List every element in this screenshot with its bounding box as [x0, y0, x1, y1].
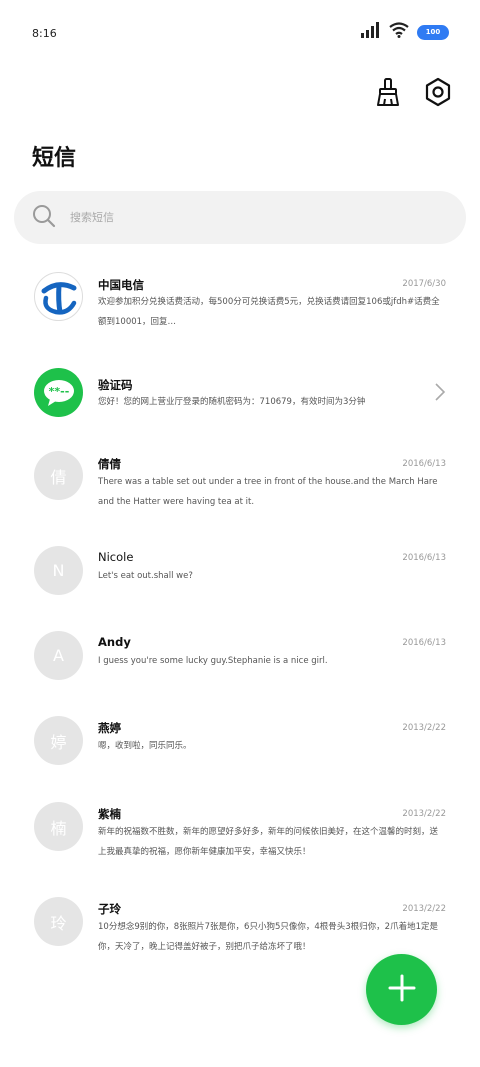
avatar: N	[34, 546, 83, 595]
message-preview: 欢迎参加积分兑换话费活动，每500分可兑换话费5元，兑换话费请回复106或jfd…	[98, 297, 440, 327]
svg-text:**--: **--	[48, 385, 69, 398]
status-time: 8:16	[32, 27, 57, 40]
message-preview: I guess you're some lucky guy.Stephanie …	[98, 656, 328, 666]
top-toolbar	[372, 77, 454, 111]
avatar: 倩	[34, 451, 83, 500]
chat-bubble-icon: **--	[34, 368, 83, 417]
message-item[interactable]: N Nicole 2016/6/13 Let's eat out.shall w…	[0, 546, 480, 606]
message-preview: 您好！您的网上营业厅登录的随机密码为：710679，有效时间为3分钟	[98, 397, 366, 407]
sender-name: 紫楠	[98, 807, 121, 821]
new-message-button[interactable]	[366, 954, 437, 1025]
signal-icon	[361, 22, 381, 42]
sender-name: Nicole	[98, 550, 134, 564]
chevron-right-icon	[434, 382, 446, 406]
search-bar[interactable]	[14, 191, 466, 244]
sender-name: 子玲	[98, 902, 121, 916]
message-item[interactable]: A Andy 2016/6/13 I guess you're some luc…	[0, 631, 480, 691]
sender-name: Andy	[98, 635, 131, 649]
message-preview: 新年的祝福数不胜数，新年的愿望好多好多，新年的问候依旧美好，在这个温馨的时刻，送…	[98, 827, 439, 857]
plus-icon	[388, 974, 416, 1006]
sender-name: 验证码	[98, 378, 133, 392]
sender-name: 倩倩	[98, 457, 121, 471]
message-preview: 10分想念9别的你，8张照片7张是你，6只小狗5只像你，4根骨头3根归你，2爪着…	[98, 922, 438, 952]
message-date: 2016/6/13	[402, 638, 446, 648]
message-item[interactable]: 楠 紫楠 2013/2/22 新年的祝福数不胜数，新年的愿望好多好多，新年的问候…	[0, 802, 480, 872]
search-input[interactable]	[68, 210, 412, 225]
clean-button[interactable]	[372, 78, 404, 110]
message-date: 2017/6/30	[402, 279, 446, 289]
message-preview: 嗯，收到啦，同乐同乐。	[98, 741, 192, 751]
message-date: 2016/6/13	[402, 459, 446, 469]
message-date: 2016/6/13	[402, 553, 446, 563]
settings-button[interactable]	[422, 77, 454, 111]
search-icon	[32, 204, 56, 232]
message-preview: Let's eat out.shall we?	[98, 571, 193, 581]
message-item[interactable]: 婷 燕婷 2013/2/22 嗯，收到啦，同乐同乐。	[0, 716, 480, 776]
avatar: 玲	[34, 897, 83, 946]
page-title: 短信	[32, 146, 77, 171]
avatar: A	[34, 631, 83, 680]
avatar: 婷	[34, 716, 83, 765]
message-date: 2013/2/22	[402, 723, 446, 733]
sender-name: 中国电信	[98, 278, 144, 292]
status-bar: 8:16 100	[0, 0, 480, 64]
status-icons: 100	[361, 22, 449, 42]
avatar: 楠	[34, 802, 83, 851]
settings-icon	[424, 77, 452, 111]
broom-icon	[374, 77, 402, 111]
message-date: 2013/2/22	[402, 809, 446, 819]
battery-indicator: 100	[417, 24, 449, 40]
china-telecom-logo-icon	[34, 272, 83, 321]
message-date: 2013/2/22	[402, 904, 446, 914]
message-item[interactable]: 中国电信 2017/6/30 欢迎参加积分兑换话费活动，每500分可兑换话费5元…	[0, 262, 480, 352]
message-preview: There was a table set out under a tree i…	[98, 477, 438, 507]
message-item[interactable]: **-- 验证码 您好！您的网上营业厅登录的随机密码为：710679，有效时间为…	[0, 362, 480, 422]
wifi-icon	[389, 22, 409, 42]
sender-name: 燕婷	[98, 721, 121, 735]
message-item[interactable]: 倩 倩倩 2016/6/13 There was a table set out…	[0, 451, 480, 521]
